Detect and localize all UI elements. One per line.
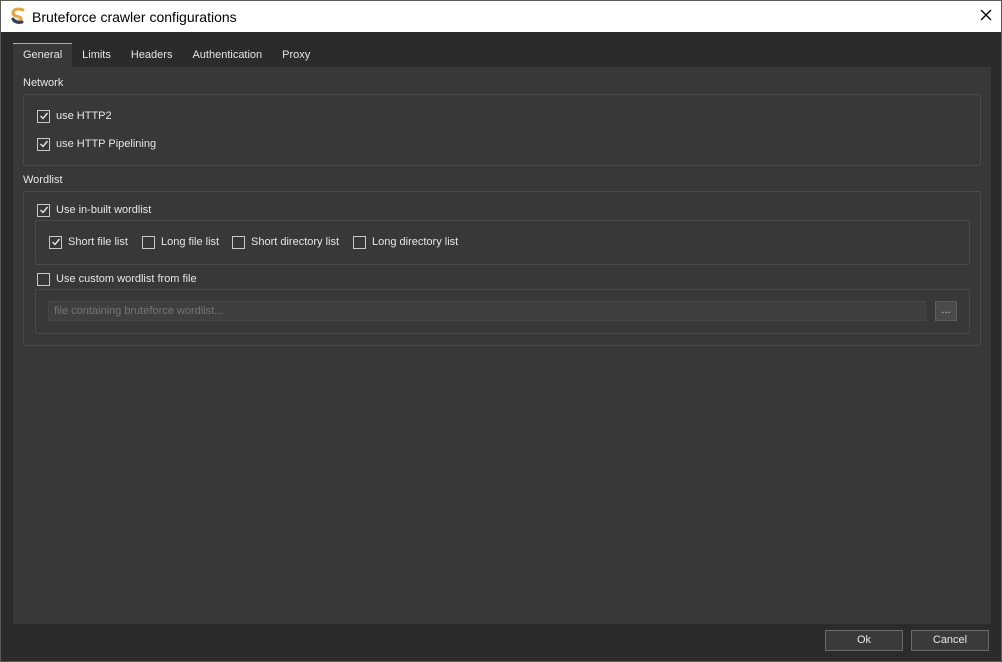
use-http2-label: use HTTP2 (56, 110, 112, 122)
tab-bar: General Limits Headers Authentication Pr… (13, 43, 320, 67)
use-pipelining-option[interactable]: use HTTP Pipelining (37, 136, 156, 152)
short-directory-list-label: Short directory list (251, 236, 340, 248)
browse-button[interactable]: ... (935, 301, 957, 321)
tab-authentication[interactable]: Authentication (182, 43, 272, 67)
long-directory-list-label: Long directory list (372, 236, 459, 248)
short-file-list-option[interactable]: Short file list (49, 234, 128, 250)
title-bar: Bruteforce crawler configurations (1, 1, 1001, 32)
ok-button[interactable]: Ok (825, 630, 903, 651)
short-directory-list-option[interactable]: Short directory list (232, 234, 339, 250)
app-s-logo-icon (9, 7, 27, 25)
cancel-button[interactable]: Cancel (911, 630, 989, 651)
use-custom-checkbox[interactable] (37, 272, 50, 286)
short-file-list-checkbox[interactable] (49, 235, 62, 249)
short-directory-list-checkbox[interactable] (232, 235, 245, 249)
long-file-list-label: Long file list (161, 236, 220, 248)
use-builtin-option[interactable]: Use in-built wordlist (37, 202, 151, 218)
builtin-lists-group: Short file list Long file list Short dir… (35, 220, 970, 265)
wordlist-file-input[interactable] (48, 301, 926, 321)
use-custom-label: Use custom wordlist from file (56, 273, 197, 285)
long-file-list-option[interactable]: Long file list (142, 234, 219, 250)
network-section-label: Network (23, 77, 64, 89)
close-button[interactable] (971, 1, 1001, 32)
tab-proxy[interactable]: Proxy (272, 43, 320, 67)
short-file-list-label: Short file list (68, 236, 128, 248)
use-http2-checkbox[interactable] (37, 109, 50, 123)
use-builtin-label: Use in-built wordlist (56, 204, 152, 216)
tab-general[interactable]: General (13, 43, 73, 67)
close-icon (980, 9, 992, 24)
use-pipelining-checkbox[interactable] (37, 137, 50, 151)
wordlist-group: Use in-built wordlist Short file list Lo… (23, 191, 981, 346)
tab-headers[interactable]: Headers (121, 43, 183, 67)
wordlist-section-label: Wordlist (23, 174, 63, 186)
long-directory-list-checkbox[interactable] (353, 235, 366, 249)
window-title: Bruteforce crawler configurations (32, 9, 237, 25)
network-group: use HTTP2 use HTTP Pipelining (23, 94, 981, 166)
dialog-window: Bruteforce crawler configurations Genera… (0, 0, 1002, 662)
long-file-list-checkbox[interactable] (142, 235, 155, 249)
long-directory-list-option[interactable]: Long directory list (353, 234, 458, 250)
general-tab-panel: Network use HTTP2 use HTTP Pipelining Wo… (13, 67, 991, 624)
use-http2-option[interactable]: use HTTP2 (37, 108, 112, 124)
tab-limits[interactable]: Limits (72, 43, 121, 67)
use-builtin-checkbox[interactable] (37, 203, 50, 217)
use-pipelining-label: use HTTP Pipelining (56, 138, 157, 150)
use-custom-option[interactable]: Use custom wordlist from file (37, 271, 197, 287)
